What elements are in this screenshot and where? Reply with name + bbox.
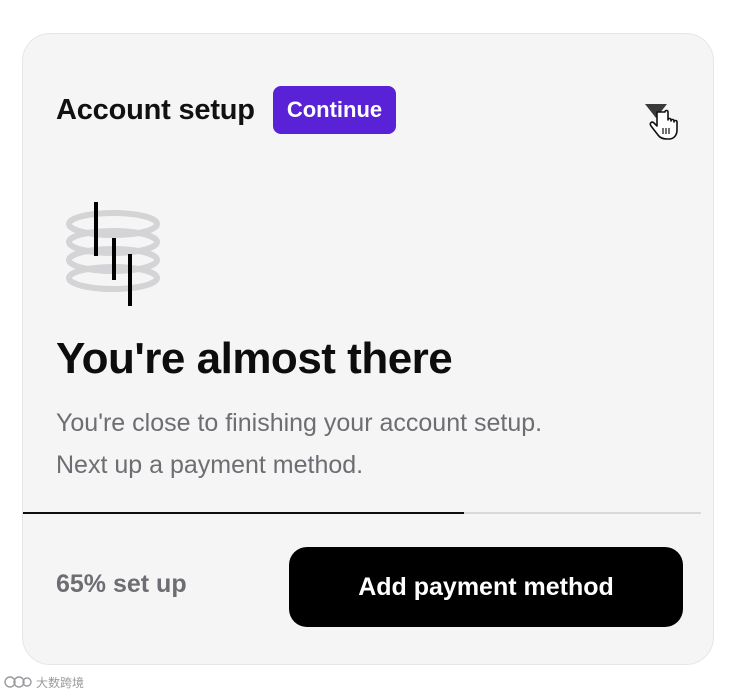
chevron-down-icon[interactable]: [641, 100, 681, 144]
description-line: You're close to finishing your account s…: [56, 409, 543, 437]
description: You're close to finishing your account s…: [56, 402, 696, 486]
headline: You're almost there: [56, 334, 453, 383]
continue-button[interactable]: Continue: [272, 86, 397, 134]
card-title: Account setup: [56, 93, 255, 126]
card-header: Account setup Continue: [56, 86, 397, 134]
progress-label: 65% set up: [56, 570, 187, 598]
add-payment-method-button[interactable]: Add payment method: [289, 547, 683, 627]
account-setup-card: Account setup Continue You're almost the…: [22, 33, 714, 665]
progress-illustration-icon: [61, 198, 165, 310]
progress-bar-fill: [23, 512, 464, 514]
progress-bar: [23, 512, 701, 514]
watermark-text: 大数跨境: [36, 675, 85, 690]
watermark: 大数跨境: [4, 672, 84, 692]
description-line: Next up a payment method.: [56, 451, 364, 479]
watermark-logo-icon: [4, 676, 32, 688]
